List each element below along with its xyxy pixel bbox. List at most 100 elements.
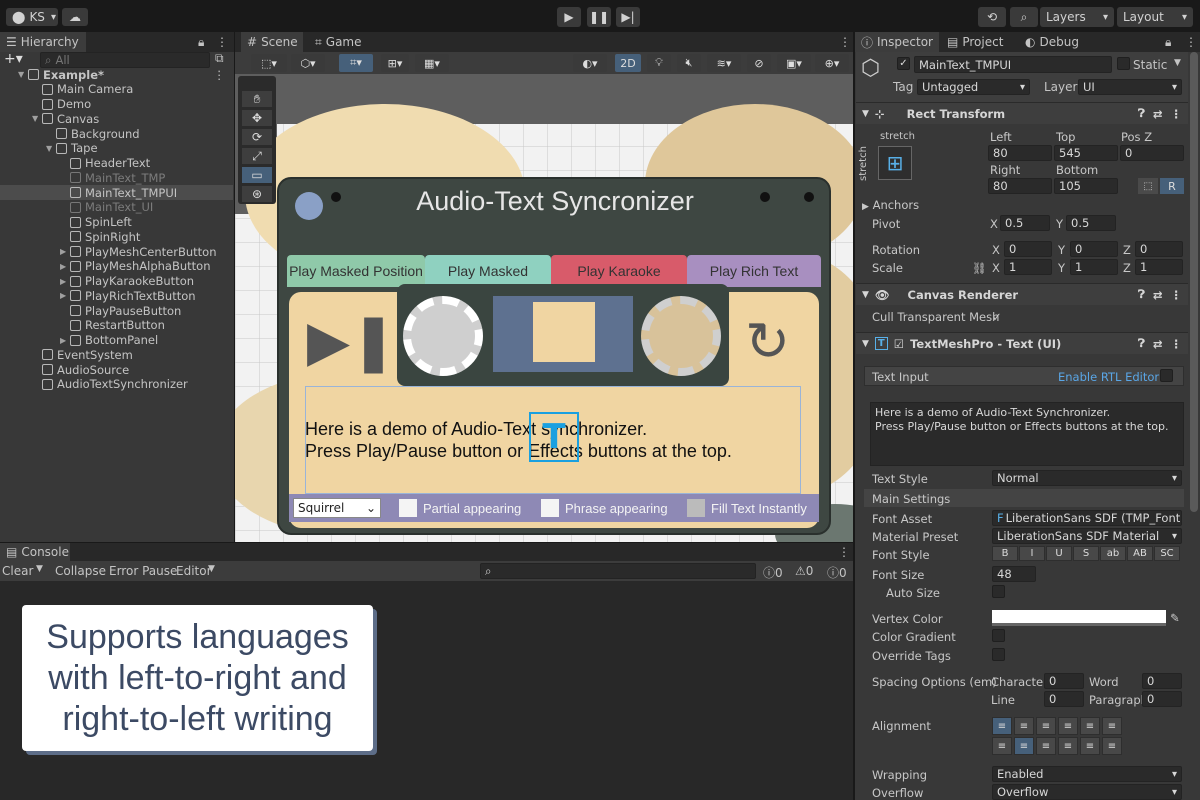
line-field[interactable]: 0 <box>1044 691 1084 707</box>
rtl-checkbox[interactable] <box>1160 369 1173 382</box>
link-icon[interactable]: ⛓︎ <box>972 261 987 275</box>
account-dropdown[interactable]: ⬤ KS <box>6 8 58 26</box>
menu-icon[interactable]: ⋮ <box>1171 107 1183 121</box>
menu-icon[interactable]: ⋮ <box>838 545 850 559</box>
font-asset-field[interactable]: F LiberationSans SDF (TMP_Font <box>992 510 1182 526</box>
tab-debug[interactable]: ◐ Debug <box>1019 32 1089 52</box>
sc-x-field[interactable]: 1 <box>1004 259 1052 275</box>
cloud-button[interactable]: ☁ <box>62 8 88 26</box>
chevron-right-icon[interactable]: ▶ <box>60 262 70 271</box>
hierarchy-item[interactable]: SpinLeft <box>0 215 233 230</box>
hierarchy-item[interactable]: ▶ PlayMeshAlphaButton <box>0 259 233 274</box>
hierarchy-item[interactable]: RestartButton <box>0 318 233 333</box>
help-icon[interactable]: ❓︎ <box>1138 287 1145 302</box>
lock-icon[interactable]: 🔒︎ <box>1165 35 1171 50</box>
eyedropper-icon[interactable]: ✎ <box>1170 611 1180 625</box>
text-style-dropdown[interactable]: Normal <box>992 470 1182 486</box>
layers-dropdown[interactable]: Layers <box>1040 7 1114 27</box>
top-field[interactable]: 545 <box>1054 145 1118 161</box>
text-input-area[interactable]: Here is a demo of Audio-Text Synchronize… <box>870 402 1184 466</box>
hierarchy-item[interactable]: HeaderText <box>0 156 233 171</box>
align-geometry-icon[interactable]: ≡ <box>1102 717 1122 735</box>
align-middle-icon[interactable]: ≡ <box>1014 737 1034 755</box>
snap-increment-dropdown[interactable]: ⊞▾ <box>381 54 409 72</box>
rtl-editor-link[interactable]: Enable RTL Editor <box>1058 370 1159 384</box>
preset-icon[interactable]: ⇄ <box>1153 337 1163 351</box>
tag-dropdown[interactable]: Untagged <box>917 79 1030 95</box>
add-button[interactable]: +▾ <box>4 51 23 67</box>
hierarchy-item[interactable]: ▶ PlayRichTextButton <box>0 288 233 303</box>
restart-icon[interactable]: ↻ <box>745 312 790 372</box>
preset-icon[interactable]: ⇄ <box>1153 107 1163 121</box>
chevron-down-icon[interactable]: ▼ <box>32 114 42 123</box>
override-tags-checkbox[interactable] <box>992 648 1005 661</box>
play-button[interactable]: ▶ <box>557 7 581 27</box>
move-tool[interactable]: ✥ <box>241 109 273 127</box>
layout-dropdown[interactable]: Layout <box>1117 7 1193 27</box>
align-baseline-icon[interactable]: ≡ <box>1058 737 1078 755</box>
overflow-dropdown[interactable]: Overflow <box>992 784 1182 800</box>
chevron-down-icon[interactable]: ▼ <box>36 564 43 574</box>
tab-inspector[interactable]: ⓘ Inspector <box>855 32 939 52</box>
help-icon[interactable]: ❓︎ <box>1138 336 1145 351</box>
search-options-icon[interactable]: ⧉ <box>215 51 224 66</box>
text-gizmo-icon[interactable]: T <box>529 412 579 462</box>
rect-tool[interactable]: ▭ <box>241 166 273 184</box>
hierarchy-item[interactable]: ▼ Tape <box>0 141 233 156</box>
hierarchy-item[interactable]: AudioTextSynchronizer <box>0 377 233 392</box>
rot-y-field[interactable]: 0 <box>1070 241 1118 257</box>
play-pause-icon[interactable]: ▶❚ <box>307 312 397 372</box>
step-button[interactable]: ▶| <box>616 7 640 27</box>
color-gradient-checkbox[interactable] <box>992 629 1005 642</box>
hierarchy-search-input[interactable]: ⌕ All <box>40 52 210 68</box>
hierarchy-item[interactable]: MainText_UI <box>0 200 233 215</box>
2d-toggle[interactable]: 2D <box>615 54 641 72</box>
pivot-x-field[interactable]: 0.5 <box>1000 215 1050 231</box>
hierarchy-item[interactable]: MainText_TMPUI <box>0 185 233 200</box>
scene-option-toggle[interactable]: Fill Text Instantly <box>687 498 807 518</box>
auto-size-checkbox[interactable] <box>992 585 1005 598</box>
material-dropdown[interactable]: LiberationSans SDF Material <box>992 528 1182 544</box>
clear-button[interactable]: Clear <box>2 564 33 578</box>
tab-hierarchy[interactable]: ☰ Hierarchy <box>0 32 86 52</box>
hierarchy-item[interactable]: ▶ PlayKaraokeButton <box>0 274 233 289</box>
inspector-scrollbar[interactable] <box>1190 52 1198 512</box>
scale-tool[interactable]: ⤢ <box>241 147 273 165</box>
font-style-button[interactable]: B <box>992 546 1018 561</box>
enabled-check[interactable]: ☑ <box>894 337 904 351</box>
wrapping-dropdown[interactable]: Enabled <box>992 766 1182 782</box>
hierarchy-item[interactable]: Main Camera <box>0 82 233 97</box>
visibility-toggle[interactable]: ⊘ <box>747 54 771 72</box>
font-style-button[interactable]: SC <box>1154 546 1180 561</box>
align-justify-icon[interactable]: ≡ <box>1058 717 1078 735</box>
tape-tab-button[interactable]: Play Masked <box>425 255 551 287</box>
scene-option-toggle[interactable]: Phrase appearing <box>541 498 668 518</box>
object-name-field[interactable]: MainText_TMPUI <box>914 56 1112 73</box>
tape-tab-button[interactable]: Play Rich Text <box>687 255 821 287</box>
font-style-button[interactable]: I <box>1019 546 1045 561</box>
anchors-foldout[interactable]: ▶ Anchors <box>862 198 919 212</box>
tape-tab-button[interactable]: Play Masked Position <box>287 255 425 287</box>
scene-viewport[interactable]: Audio-Text Syncronizer Play Masked Posit… <box>235 74 853 542</box>
bottom-field[interactable]: 105 <box>1054 178 1118 194</box>
align-left-icon[interactable]: ≡ <box>992 717 1012 735</box>
chevron-down-icon[interactable]: ▼ <box>18 70 28 79</box>
menu-icon[interactable]: ⋮ <box>214 68 226 82</box>
scene-option-toggle[interactable]: Partial appearing <box>399 498 521 518</box>
tape-tab-button[interactable]: Play Karaoke <box>551 255 687 287</box>
hierarchy-item[interactable]: PlayPauseButton <box>0 303 233 318</box>
audio-toggle[interactable]: 🔇︎ <box>677 54 701 72</box>
chevron-down-icon[interactable]: ▼ <box>46 144 56 153</box>
menu-icon[interactable]: ⋮ <box>1185 35 1197 49</box>
character-field[interactable]: 0 <box>1044 673 1084 689</box>
menu-icon[interactable]: ⋮ <box>1171 337 1183 351</box>
chevron-right-icon[interactable]: ▶ <box>60 291 70 300</box>
align-center-icon[interactable]: ≡ <box>1014 717 1034 735</box>
search-button[interactable]: ⌕ <box>1010 7 1038 27</box>
hierarchy-item[interactable]: EventSystem <box>0 347 233 362</box>
shading-mode-dropdown[interactable]: ◐▾ <box>573 54 607 72</box>
align-capline-icon[interactable]: ≡ <box>1102 737 1122 755</box>
hierarchy-item[interactable]: ▼ Example* ⋮ <box>0 67 233 82</box>
posz-field[interactable]: 0 <box>1120 145 1184 161</box>
left-field[interactable]: 80 <box>988 145 1052 161</box>
